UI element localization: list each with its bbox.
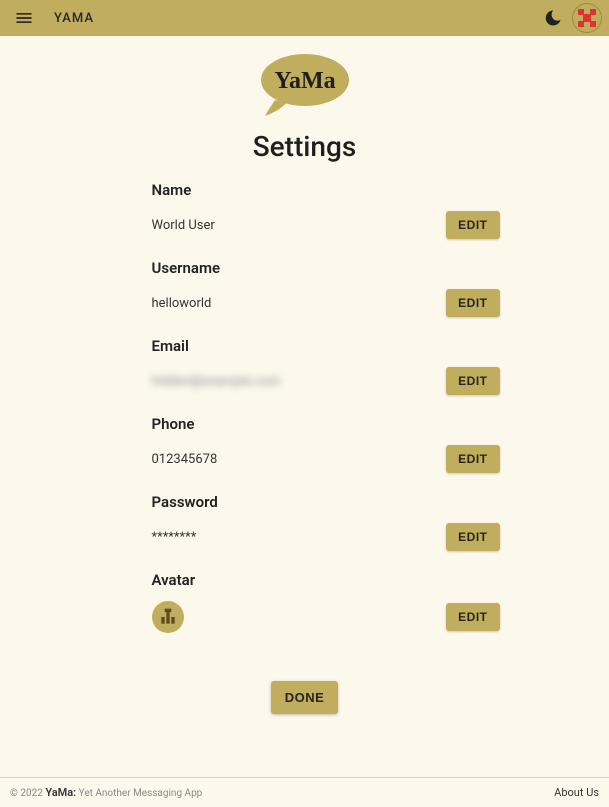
avatar-thumbnail-icon <box>158 607 178 627</box>
moon-icon <box>544 9 562 27</box>
footer: © 2022 YaMa: Yet Another Messaging App A… <box>0 777 609 807</box>
page-title: Settings <box>253 130 357 163</box>
logo-text: YaMa <box>274 68 335 94</box>
field-email: Email hidden@example.com EDIT <box>152 337 500 395</box>
menu-icon <box>14 8 34 28</box>
field-password-label: Password <box>152 493 500 511</box>
field-avatar-label: Avatar <box>152 571 500 589</box>
app-name: YAMA <box>54 11 94 26</box>
app-logo: YaMa <box>257 50 353 124</box>
field-name-value: World User <box>152 218 215 233</box>
field-username-value: helloworld <box>152 296 212 311</box>
done-button[interactable]: DONE <box>271 681 339 714</box>
edit-name-button[interactable]: EDIT <box>446 211 499 239</box>
field-avatar-image <box>152 601 184 633</box>
about-us-link[interactable]: About Us <box>554 786 599 799</box>
field-phone: Phone 012345678 EDIT <box>152 415 500 473</box>
field-password-value: ******** <box>152 530 197 545</box>
field-name: Name World User EDIT <box>152 181 500 239</box>
footer-copyright: © 2022 YaMa: Yet Another Messaging App <box>10 786 202 799</box>
edit-phone-button[interactable]: EDIT <box>446 445 499 473</box>
edit-username-button[interactable]: EDIT <box>446 289 499 317</box>
field-password: Password ******** EDIT <box>152 493 500 551</box>
main-content: YaMa Settings Name World User EDIT Usern… <box>0 36 609 777</box>
edit-avatar-button[interactable]: EDIT <box>446 603 499 631</box>
field-username: Username helloworld EDIT <box>152 259 500 317</box>
settings-fields: Name World User EDIT Username helloworld… <box>110 181 500 653</box>
field-avatar: Avatar EDIT <box>152 571 500 633</box>
field-name-label: Name <box>152 181 500 199</box>
menu-button[interactable] <box>8 2 40 34</box>
field-username-label: Username <box>152 259 500 277</box>
user-avatar-button[interactable] <box>573 4 601 32</box>
edit-email-button[interactable]: EDIT <box>446 367 499 395</box>
field-email-value: hidden@example.com <box>152 374 281 389</box>
avatar-icon <box>575 6 599 30</box>
field-email-label: Email <box>152 337 500 355</box>
theme-toggle-button[interactable] <box>537 2 569 34</box>
topbar: YAMA <box>0 0 609 36</box>
edit-password-button[interactable]: EDIT <box>446 523 499 551</box>
field-phone-value: 012345678 <box>152 452 218 467</box>
field-phone-label: Phone <box>152 415 500 433</box>
